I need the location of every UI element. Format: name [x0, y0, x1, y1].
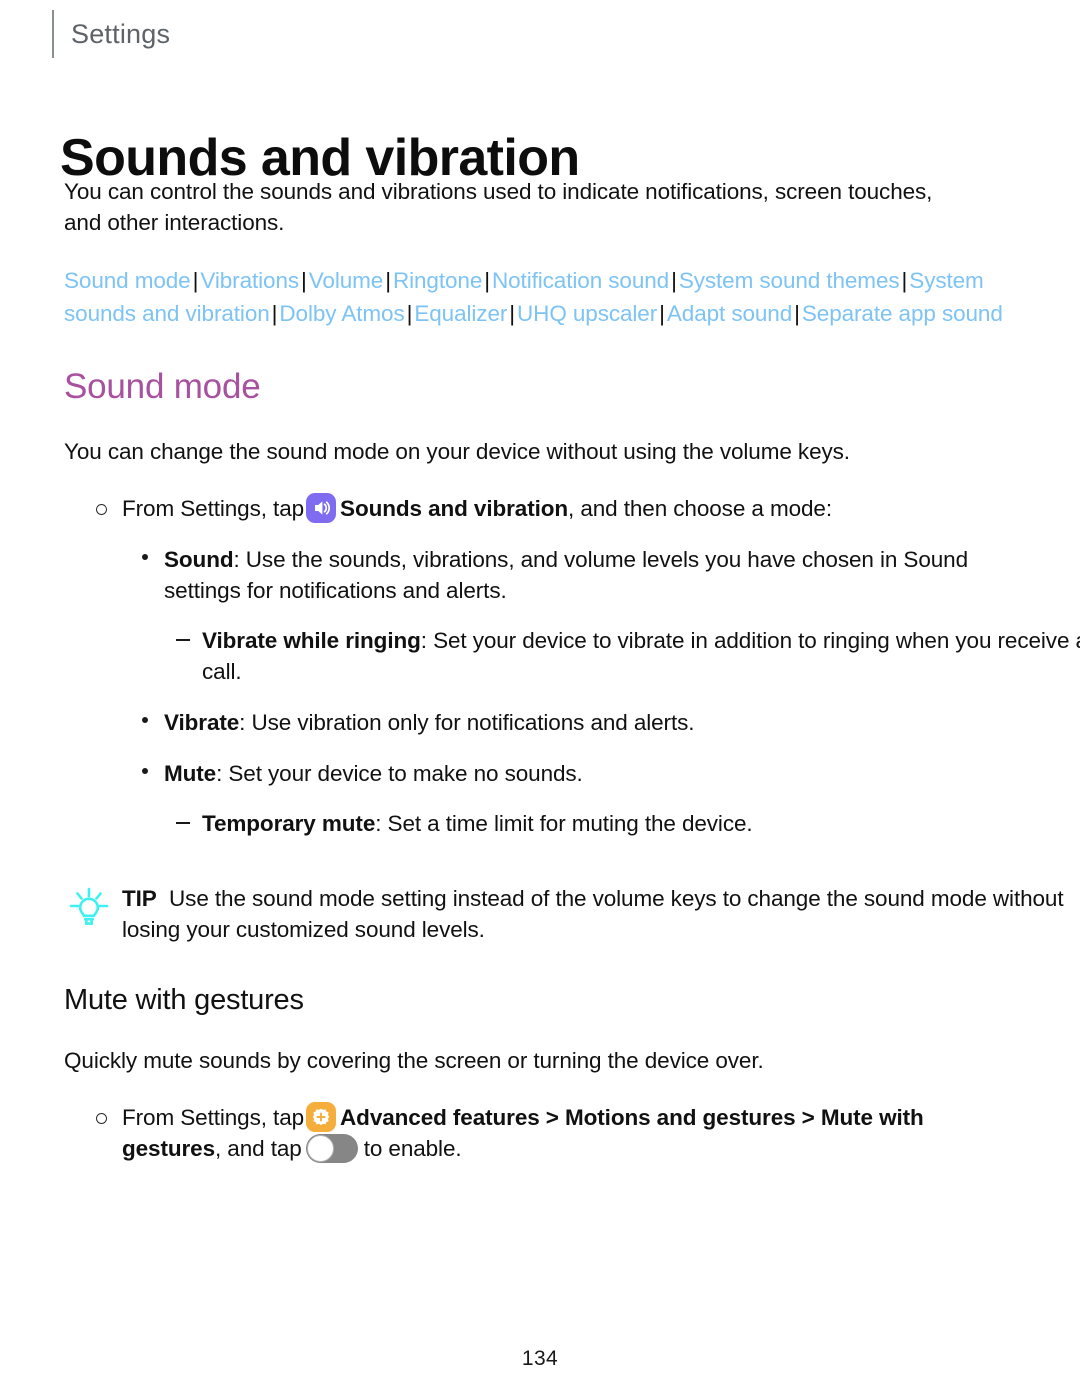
link-separator: | — [671, 268, 677, 293]
step-mute-with-gestures: From Settings, tap Advanced features > Mo… — [64, 1102, 1022, 1164]
document-page: Settings Sounds and vibration You can co… — [0, 0, 1080, 1397]
list-item-term: Mute — [164, 760, 217, 786]
list-item: Vibrate: Use vibration only for notifica… — [64, 707, 1044, 738]
link-ringtone[interactable]: Ringtone — [393, 268, 482, 293]
link-separator: | — [301, 268, 307, 293]
link-separator: | — [794, 301, 800, 326]
bullet-marker — [142, 716, 148, 723]
dash-marker — [176, 638, 190, 641]
link-separator: | — [385, 268, 391, 293]
step-lead: From Settings, tap — [122, 1105, 305, 1131]
list-item-desc: : Use vibration only for notifications a… — [239, 709, 695, 735]
section-heading-sound-mode: Sound mode — [64, 367, 261, 406]
page-content: You can control the sounds and vibration… — [64, 176, 1080, 1164]
breadcrumb-divider — [52, 10, 54, 58]
step-text: From Settings, tap Advanced features > Mo… — [122, 1102, 924, 1164]
list-item: Mute: Set your device to make no sounds. — [64, 758, 1044, 789]
link-uhq-upscaler[interactable]: UHQ upscaler — [517, 301, 657, 326]
list-item-desc: : Set your device to make no sounds. — [216, 760, 583, 786]
link-separate-app-sound[interactable]: Separate app sound — [802, 301, 1003, 326]
list-item-text: Vibrate while ringing: Set your device t… — [202, 628, 1080, 684]
list-item: Temporary mute: Set a time limit for mut… — [64, 808, 1080, 839]
list-item: Sound: Use the sounds, vibrations, and v… — [64, 544, 1044, 606]
link-notification-sound[interactable]: Notification sound — [492, 268, 669, 293]
link-volume[interactable]: Volume — [309, 268, 384, 293]
link-separator: | — [406, 301, 413, 326]
page-number: 134 — [521, 1347, 559, 1370]
breadcrumb-label: Settings — [71, 18, 171, 49]
list-item: Vibrate while ringing: Set your device t… — [64, 625, 1080, 687]
list-item-term: Vibrate — [164, 709, 240, 735]
list-item-term: Sound — [164, 546, 234, 572]
link-separator: | — [192, 268, 199, 293]
step-bullet-marker — [96, 1113, 107, 1125]
step-bullet-marker — [96, 503, 107, 515]
advanced-features-icon[interactable] — [306, 1102, 337, 1133]
tip-text: TIP Use the sound mode setting instead o… — [122, 885, 1064, 942]
tip-label: TIP — [122, 885, 157, 911]
link-dolby-atmos[interactable]: Dolby Atmos — [279, 301, 404, 326]
link-separator: | — [901, 268, 908, 293]
list-item-term: Vibrate while ringing — [202, 627, 421, 653]
list-item-text: Temporary mute: Set a time limit for mut… — [202, 811, 753, 836]
tip-content: Use the sound mode setting instead of th… — [122, 885, 1064, 942]
step-lead: From Settings, tap — [122, 495, 305, 521]
list-item-desc: : Use the sounds, vibrations, and volume… — [164, 546, 968, 603]
link-separator: | — [659, 301, 665, 326]
tip-callout: TIP Use the sound mode setting instead o… — [64, 883, 1074, 945]
breadcrumb: Settings — [52, 10, 170, 58]
step-bold-target: Sounds and vibration — [340, 495, 569, 521]
bullet-marker — [142, 767, 148, 774]
list-item-text: Sound: Use the sounds, vibrations, and v… — [164, 547, 968, 603]
section-intro-sound-mode: You can change the sound mode on your de… — [64, 438, 850, 464]
toggle-switch-off[interactable] — [305, 1134, 358, 1164]
intro-paragraph: You can control the sounds and vibration… — [64, 179, 933, 235]
list-item-term: Temporary mute — [202, 810, 376, 836]
dash-marker — [176, 821, 190, 824]
link-separator: | — [271, 301, 278, 326]
list-item-text: Mute: Set your device to make no sounds. — [164, 761, 583, 786]
link-system-sound-themes[interactable]: System sound themes — [679, 268, 900, 293]
sound-and-vibration-icon[interactable] — [306, 492, 337, 523]
list-item-text: Vibrate: Use vibration only for notifica… — [164, 709, 695, 735]
toggle-knob — [306, 1135, 334, 1163]
step-tail: , and then choose a mode: — [568, 495, 832, 521]
step-text: From Settings, tap Sounds and vibration, … — [122, 492, 832, 523]
link-sound-mode[interactable]: Sound mode — [64, 268, 191, 293]
list-item-desc: : Set a time limit for muting the device… — [375, 810, 753, 836]
link-separator: | — [484, 268, 490, 293]
section-intro-mute-with-gestures: Quickly mute sounds by covering the scre… — [64, 1048, 764, 1074]
step-middle: , and tap — [215, 1136, 302, 1162]
lightbulb-icon — [66, 885, 112, 931]
step-tail: to enable. — [363, 1136, 462, 1162]
related-links: Sound mode|Vibrations|Volume|Ringtone|No… — [64, 264, 1004, 330]
link-adapt-sound[interactable]: Adapt sound — [667, 301, 792, 326]
link-separator: | — [509, 301, 516, 326]
section-heading-mute-with-gestures: Mute with gestures — [64, 983, 304, 1016]
link-vibrations[interactable]: Vibrations — [200, 268, 299, 293]
step-sound-mode: From Settings, tap Sounds and vibration, … — [64, 492, 1022, 524]
link-equalizer[interactable]: Equalizer — [414, 301, 507, 326]
bullet-marker — [142, 553, 148, 560]
